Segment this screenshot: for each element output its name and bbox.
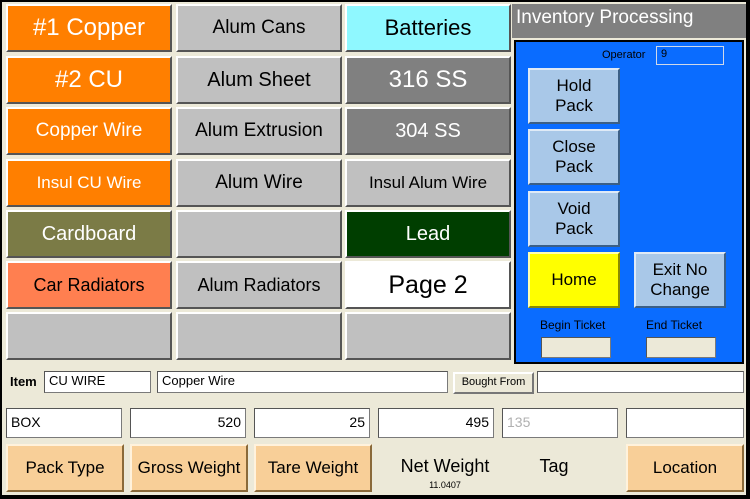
begin-ticket-field[interactable] [541,337,611,358]
material-button-alum-radiators[interactable]: Alum Radiators [176,261,342,309]
gross-weight-field[interactable]: 520 [130,408,246,438]
material-button-316-ss[interactable]: 316 SS [345,56,511,104]
page-2-button[interactable]: Page 2 [345,261,511,309]
tare-weight-button[interactable]: Tare Weight [254,444,372,492]
material-button-car-radiators[interactable]: Car Radiators [6,261,172,309]
tare-weight-field[interactable]: 25 [254,408,370,438]
material-button-alum-extrusion[interactable]: Alum Extrusion [176,107,342,155]
location-field[interactable] [626,408,744,438]
material-button-batteries[interactable]: Batteries [345,4,511,52]
material-button-1-copper[interactable]: #1 Copper [6,4,172,52]
close-pack-button[interactable]: Close Pack [528,129,620,185]
pack-type-field[interactable]: BOX [6,408,122,438]
net-weight-subvalue: 11.0407 [429,480,461,490]
material-button-empty[interactable] [6,312,172,360]
end-ticket-label: End Ticket [646,318,703,332]
tag-field[interactable]: 135 [502,408,618,438]
bought-from-field[interactable] [537,371,744,393]
tag-label: Tag [539,456,569,476]
material-button-alum-wire[interactable]: Alum Wire [176,159,342,207]
material-button-alum-cans[interactable]: Alum Cans [176,4,342,52]
pack-type-button[interactable]: Pack Type [6,444,124,492]
panel-title: Inventory Processing [516,7,694,28]
bought-from-button[interactable]: Bought From [453,372,534,394]
net-weight-field[interactable]: 495 [378,408,494,438]
material-button-copper-wire[interactable]: Copper Wire [6,107,172,155]
end-ticket-field[interactable] [646,337,716,358]
material-button-2-cu[interactable]: #2 CU [6,56,172,104]
exit-no-change-button[interactable]: Exit No Change [634,252,726,308]
begin-ticket-label: Begin Ticket [540,318,606,332]
material-button-empty[interactable] [176,312,342,360]
item-code-field[interactable]: CU WIRE [44,371,151,393]
app-window: #1 Copper #2 CU Copper Wire Insul CU Wir… [2,2,746,495]
material-button-insul-alum-wire[interactable]: Insul Alum Wire [345,159,511,207]
location-button[interactable]: Location [626,444,744,492]
material-button-cardboard[interactable]: Cardboard [6,210,172,258]
operator-field[interactable]: 9 [656,46,724,65]
hold-pack-button[interactable]: Hold Pack [528,68,620,124]
material-button-304-ss[interactable]: 304 SS [345,107,511,155]
material-button-empty[interactable] [176,210,342,258]
material-button-lead[interactable]: Lead [345,210,511,258]
item-label: Item [10,374,37,389]
net-weight-label: Net Weight [400,456,490,476]
material-button-alum-sheet[interactable]: Alum Sheet [176,56,342,104]
material-button-insul-cu-wire[interactable]: Insul CU Wire [6,159,172,207]
item-description-field[interactable]: Copper Wire [157,371,448,393]
void-pack-button[interactable]: Void Pack [528,191,620,247]
gross-weight-button[interactable]: Gross Weight [130,444,248,492]
inventory-panel: Operator 9 Hold Pack Close Pack Void Pac… [514,40,744,364]
operator-label: Operator [602,49,646,61]
home-button[interactable]: Home [528,252,620,308]
material-button-empty[interactable] [345,312,511,360]
